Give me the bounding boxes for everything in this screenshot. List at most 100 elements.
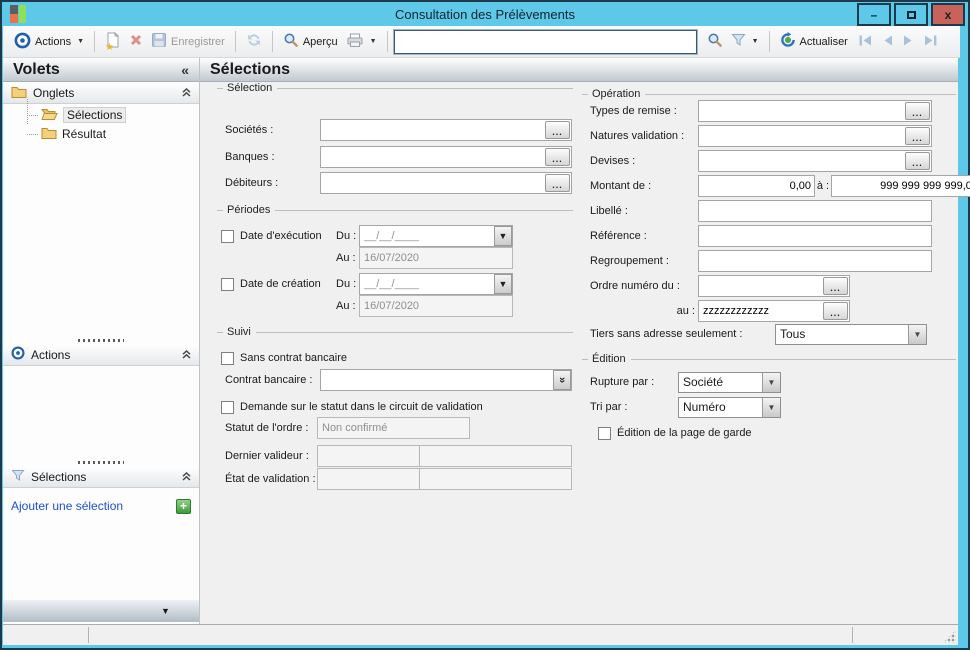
- tri-dropdown[interactable]: Numéro ▼: [678, 396, 781, 418]
- chevron-down-icon: ▼: [751, 38, 759, 45]
- sidebar-bottom-bar[interactable]: ▼: [3, 600, 199, 622]
- group-header-actions[interactable]: Actions: [3, 344, 199, 366]
- tree-item-selections[interactable]: Sélections: [3, 99, 199, 124]
- debiteurs-browse-button[interactable]: ...: [545, 174, 570, 192]
- sans-contrat-row: Sans contrat bancaire: [221, 347, 347, 369]
- toolbar-separator: [768, 31, 770, 52]
- add-selection-link[interactable]: Ajouter une sélection: [11, 499, 123, 513]
- funnel-icon: [11, 469, 25, 485]
- refresh-icon: [246, 32, 262, 51]
- ordre-au-row: au : ...: [590, 300, 932, 322]
- tabs-tree: Sélections Résultat: [3, 99, 199, 143]
- devises-field: ...: [698, 150, 932, 172]
- societes-input[interactable]: [322, 120, 544, 140]
- ordre-numero-input[interactable]: [700, 276, 822, 296]
- search-input[interactable]: [392, 28, 698, 55]
- types-remise-browse-button[interactable]: ...: [905, 102, 930, 120]
- tiers-dropdown[interactable]: Tous ▼: [775, 323, 927, 345]
- add-plus-button[interactable]: +: [176, 498, 191, 514]
- group-actions-label: Actions: [31, 347, 71, 362]
- group-periodes-title: Périodes: [227, 204, 271, 216]
- statut-ordre-row: Statut de l'ordre : Non confirmé: [225, 417, 572, 439]
- ordre-numero-browse-button[interactable]: ...: [823, 277, 848, 295]
- splitter-handle[interactable]: [78, 339, 124, 342]
- devises-browse-button[interactable]: ...: [905, 152, 930, 170]
- target-icon: [14, 32, 31, 52]
- demande-statut-checkbox[interactable]: [221, 400, 234, 414]
- devises-input[interactable]: [700, 151, 904, 171]
- tree-item-resultat[interactable]: Résultat: [3, 124, 199, 143]
- chevron-double-up-icon[interactable]: [182, 348, 191, 362]
- group-header-onglets[interactable]: Onglets: [3, 82, 199, 104]
- app-window: Consultation des Prélèvements – x Action…: [0, 0, 970, 650]
- natures-validation-browse-button[interactable]: ...: [905, 127, 930, 145]
- montant-a-input[interactable]: [833, 176, 970, 196]
- regroupement-label: Regroupement :: [590, 255, 669, 267]
- date-dropdown-button[interactable]: ▼: [494, 274, 512, 294]
- save-label: Enregistrer: [171, 35, 225, 48]
- nav-last-button[interactable]: [923, 34, 938, 50]
- ordre-au-browse-button[interactable]: ...: [823, 302, 848, 320]
- natures-validation-input[interactable]: [700, 126, 904, 146]
- libelle-input[interactable]: [700, 201, 931, 221]
- ordre-numero-field: ...: [698, 275, 850, 297]
- natures-validation-label: Natures validation :: [590, 130, 685, 142]
- societes-browse-button[interactable]: ...: [545, 121, 570, 139]
- regroupement-input[interactable]: [700, 251, 931, 271]
- new-button[interactable]: ★: [101, 29, 125, 54]
- date-creation-du-input[interactable]: [361, 274, 494, 294]
- date-execution-label: Date d'exécution: [240, 230, 322, 242]
- date-creation-checkbox[interactable]: [221, 277, 234, 291]
- double-chevron-down-button[interactable]: »: [553, 370, 571, 390]
- banques-browse-button[interactable]: ...: [545, 148, 570, 166]
- etat-validation-value-2: [420, 468, 572, 490]
- status-divider: [88, 627, 89, 643]
- search-button[interactable]: [703, 29, 727, 54]
- date-dropdown-button[interactable]: ▼: [494, 226, 512, 246]
- resize-grip[interactable]: [943, 630, 956, 643]
- chevron-double-up-icon[interactable]: [182, 470, 191, 484]
- save-button[interactable]: Enregistrer: [147, 29, 229, 54]
- debiteurs-row: Débiteurs : ...: [225, 172, 572, 194]
- delete-button[interactable]: [125, 30, 147, 53]
- dernier-valideur-value-2: [420, 445, 572, 467]
- rupture-row: Rupture par : Société ▼: [590, 371, 932, 393]
- contrat-bancaire-input[interactable]: [322, 370, 553, 390]
- refresh-data-button[interactable]: Actualiser: [776, 29, 852, 54]
- societes-label: Sociétés :: [225, 124, 274, 136]
- date-execution-au-value: 16/07/2020: [359, 247, 513, 269]
- ordre-au-input[interactable]: [700, 301, 822, 321]
- sans-contrat-checkbox[interactable]: [221, 351, 234, 365]
- preview-button[interactable]: Aperçu: [279, 29, 342, 54]
- refresh-data-label: Actualiser: [799, 35, 848, 48]
- nav-next-button[interactable]: [902, 34, 915, 50]
- print-button[interactable]: ▼: [342, 29, 381, 54]
- close-button[interactable]: x: [931, 3, 965, 26]
- date-execution-checkbox[interactable]: [221, 229, 234, 243]
- banques-label: Banques :: [225, 151, 275, 163]
- chevron-double-up-icon[interactable]: [182, 86, 191, 100]
- chevron-down-icon: ▼: [908, 324, 926, 344]
- types-remise-input[interactable]: [700, 101, 904, 121]
- tree-connector: [27, 99, 28, 124]
- page-garde-checkbox[interactable]: [598, 426, 611, 440]
- nav-previous-button[interactable]: [881, 34, 894, 50]
- collapse-sidebar-button[interactable]: «: [175, 62, 195, 78]
- group-header-selections[interactable]: Sélections: [3, 466, 199, 488]
- maximize-button[interactable]: [894, 3, 928, 26]
- filter-button[interactable]: ▼: [727, 30, 763, 53]
- debiteurs-input[interactable]: [322, 173, 544, 193]
- nav-first-button[interactable]: [858, 34, 873, 50]
- montant-de-input[interactable]: [700, 176, 814, 196]
- minimize-button[interactable]: –: [857, 3, 891, 26]
- contrat-bancaire-row: Contrat bancaire : »: [225, 369, 572, 391]
- actions-menu-button[interactable]: Actions ▼: [10, 29, 88, 55]
- reference-input[interactable]: [700, 226, 931, 246]
- date-execution-du-input[interactable]: [361, 226, 494, 246]
- refresh-button[interactable]: [242, 29, 266, 54]
- funnel-icon: [731, 33, 746, 50]
- banques-input[interactable]: [322, 147, 544, 167]
- rupture-dropdown[interactable]: Société ▼: [678, 371, 781, 393]
- au-label: Au :: [336, 300, 356, 312]
- splitter-handle[interactable]: [78, 461, 124, 464]
